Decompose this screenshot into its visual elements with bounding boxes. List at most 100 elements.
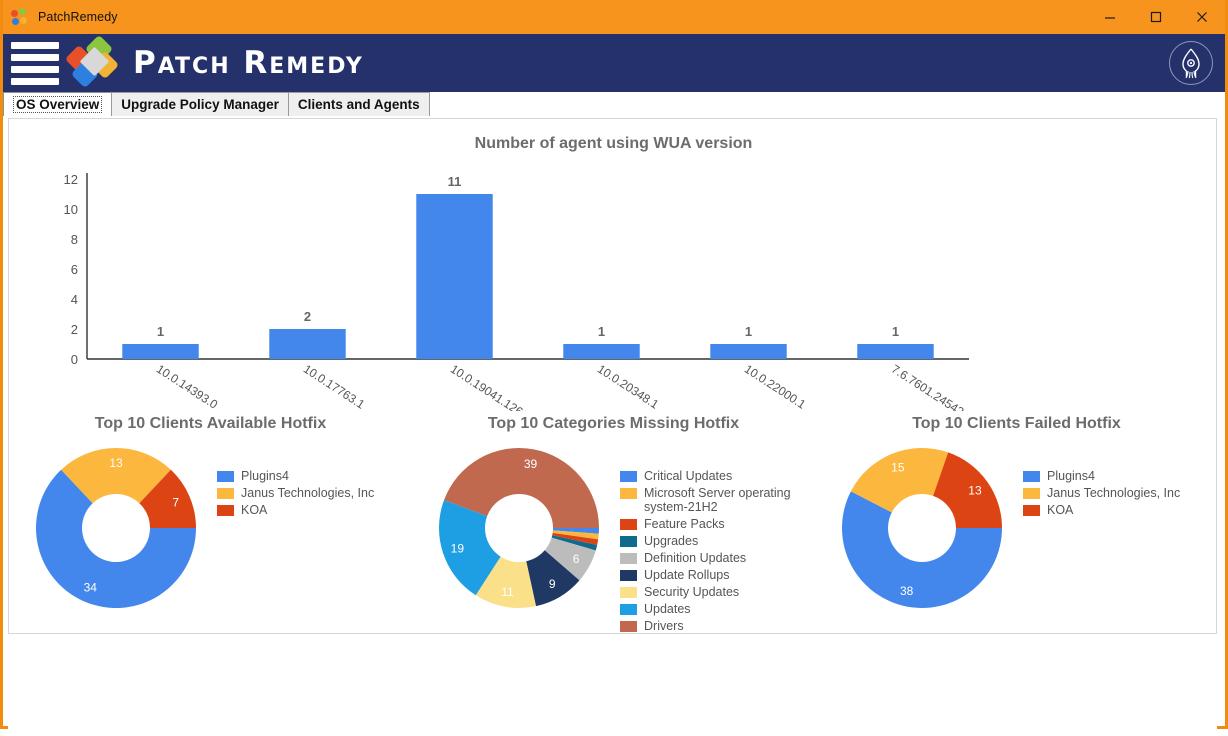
svg-text:15: 15 [891,461,905,475]
svg-text:2: 2 [71,322,78,337]
donut-3-legend: Plugins4 Janus Technologies, Inc KOA [1023,469,1180,520]
legend-label: Janus Technologies, Inc [1047,486,1181,500]
bar-chart-plot: 024681012110.0.14393.0210.0.17763.11110.… [64,172,969,411]
legend-item[interactable]: KOA [1023,503,1180,517]
legend-item[interactable]: Definition Updates [620,551,791,565]
legend-swatch [1023,488,1040,499]
legend-swatch [620,519,637,530]
svg-text:11: 11 [501,585,514,599]
svg-text:12: 12 [64,172,78,187]
svg-text:10.0.19041.1266: 10.0.19041.1266 [448,362,531,411]
legend-swatch [620,587,637,598]
legend-label: Upgrades [644,534,699,548]
patch-remedy-dots-icon [11,8,29,26]
title-bar-left: PatchRemedy [3,8,118,26]
svg-text:1: 1 [598,324,605,339]
svg-text:4: 4 [71,292,78,307]
tab-strip: OS Overview Upgrade Policy Manager Clien… [3,92,1225,116]
hamburger-menu-icon[interactable] [11,41,59,85]
legend-swatch [620,488,637,499]
legend-swatch [1023,505,1040,516]
brand-wordmark: Patch Remedy [133,45,364,81]
svg-text:10.0.20348.1: 10.0.20348.1 [595,362,662,411]
legend-swatch [620,471,637,482]
legend-label: Security Updates [644,585,740,599]
application-window: PatchRemedy Patch Remedy OS Overview Upg… [0,0,1228,736]
legend-item[interactable]: Upgrades [620,534,791,548]
legend-label: Update Rollups [644,568,730,582]
legend-swatch [620,553,637,564]
legend-item[interactable]: Plugins4 [217,469,374,483]
donut-2-plot: 111169111939 [439,448,599,608]
legend-item[interactable]: Feature Packs [620,517,791,531]
maximize-button[interactable] [1133,0,1179,34]
svg-text:0: 0 [71,352,78,367]
legend-label: Plugins4 [241,469,289,483]
tab-os-overview-label: OS Overview [13,96,103,113]
tab-clients-and-agents[interactable]: Clients and Agents [287,92,430,116]
legend-label: Plugins4 [1047,469,1095,483]
legend-label: Critical Updates [644,469,733,483]
legend-item[interactable]: Janus Technologies, Inc [217,486,374,500]
svg-text:10.0.22000.1: 10.0.22000.1 [742,362,809,411]
legend-item[interactable]: Update Rollups [620,568,791,582]
donut-charts-row: Top 10 Clients Available Hotfix 34 13 7 Pl… [9,415,1218,633]
svg-text:9: 9 [549,577,556,591]
svg-text:13: 13 [109,456,123,470]
legend-label: KOA [1047,503,1074,517]
legend-swatch [1023,471,1040,482]
legend-item[interactable]: KOA [217,503,374,517]
categories-missing-hotfix-chart: Top 10 Categories Missing Hotfix 1111691… [412,415,815,633]
legend-item[interactable]: Drivers [620,619,791,633]
close-button[interactable] [1179,0,1225,34]
legend-item[interactable]: Janus Technologies, Inc [1023,486,1180,500]
minimize-button[interactable] [1087,0,1133,34]
dashboard-content: Number of agent using WUA version 0 2 4 6 8 1… [3,116,1225,736]
donut-1-plot: 34 13 7 [35,448,196,608]
svg-text:6: 6 [573,552,580,566]
donut-2-title: Top 10 Categories Missing Hotfix [487,415,740,432]
donut-2-legend: Critical Updates Microsoft Server operati… [620,469,791,636]
donut-1-title: Top 10 Clients Available Hotfix [94,415,327,432]
squid-logo-icon[interactable] [1169,41,1213,85]
svg-text:7.6.7601.24542: 7.6.7601.24542 [889,362,967,411]
legend-item[interactable]: Microsoft Server operating system-21H2 [620,486,791,514]
legend-swatch [620,604,637,615]
svg-text:34: 34 [84,581,98,595]
svg-text:8: 8 [71,232,78,247]
donut-1-legend: Plugins4 Janus Technologies, Inc KOA [217,469,374,520]
legend-item[interactable]: Plugins4 [1023,469,1180,483]
legend-swatch [217,488,234,499]
svg-text:39: 39 [524,457,538,471]
svg-text:1: 1 [892,324,899,339]
bar-chart-title: Number of agent using WUA version [474,135,753,152]
legend-swatch [217,471,234,482]
legend-swatch [620,536,637,547]
legend-label: Feature Packs [644,517,725,531]
empty-bottom-panel [8,636,1217,736]
svg-text:1: 1 [745,324,752,339]
legend-swatch [620,570,637,581]
brand-header: Patch Remedy [3,34,1225,92]
svg-text:6: 6 [71,262,78,277]
tab-upgrade-policy-manager[interactable]: Upgrade Policy Manager [111,92,289,116]
tab-clients-and-agents-label: Clients and Agents [297,97,420,112]
charts-panel: Number of agent using WUA version 0 2 4 6 8 1… [8,118,1217,634]
tab-os-overview[interactable]: OS Overview [3,92,113,116]
patch-remedy-bandage-icon [64,34,121,89]
legend-swatch [217,505,234,516]
legend-item[interactable]: Security Updates [620,585,791,599]
window-controls [1087,0,1225,34]
svg-text:38: 38 [900,584,914,598]
legend-label: Janus Technologies, Inc [241,486,375,500]
donut-3-plot: 38 15 13 [842,448,1002,608]
wua-version-bar-chart: Number of agent using WUA version 0 2 4 6 8 1… [9,135,1218,415]
svg-text:10.0.17763.1: 10.0.17763.1 [301,362,368,411]
legend-item[interactable]: Critical Updates [620,469,791,483]
donut-3-title: Top 10 Clients Failed Hotfix [912,415,1121,432]
legend-swatch [620,621,637,632]
legend-item[interactable]: Updates [620,602,791,616]
svg-text:10.0.14393.0: 10.0.14393.0 [154,362,221,411]
legend-label: Microsoft Server operating system-21H2 [644,486,791,514]
svg-text:1: 1 [157,324,164,339]
